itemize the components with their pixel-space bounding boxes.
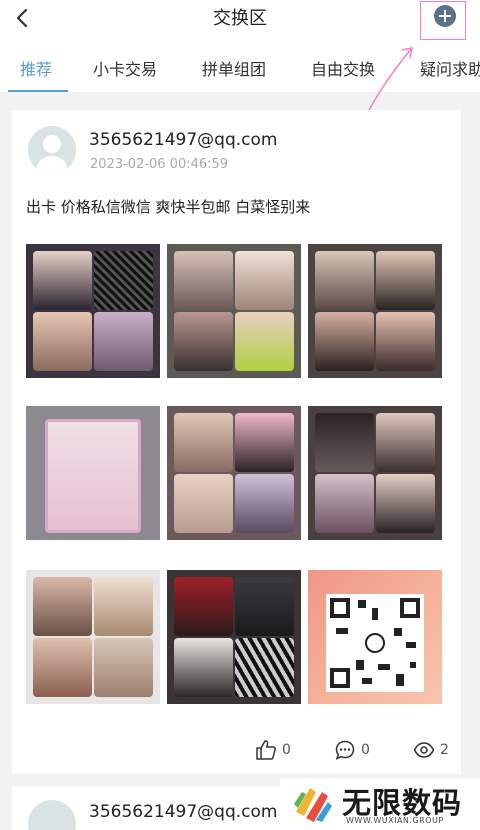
page-title: 交换区 xyxy=(213,8,267,29)
add-post-highlight xyxy=(420,1,466,40)
like-count: 0 xyxy=(282,742,291,758)
post-photo[interactable] xyxy=(308,406,442,540)
tab-group-buy[interactable]: 拼单组团 xyxy=(202,56,266,80)
top-bar: 交换区 xyxy=(0,0,480,40)
wechat-icon xyxy=(365,633,385,653)
post-photo[interactable] xyxy=(167,244,301,378)
post-photo[interactable] xyxy=(167,570,301,704)
comment-count: 0 xyxy=(361,742,370,758)
active-tab-indicator xyxy=(8,90,68,92)
post-photo[interactable] xyxy=(26,244,160,378)
view-count: 2 xyxy=(440,742,449,758)
post-text: 出卡 价格私信微信 爽快半包邮 白菜怪别来 xyxy=(26,198,311,216)
tab-recommend[interactable]: 推荐 xyxy=(20,56,52,80)
tab-card-trade[interactable]: 小卡交易 xyxy=(93,56,157,80)
avatar[interactable] xyxy=(28,800,76,830)
post-card[interactable]: 3565621497@qq.com 2023-02-06 00:46:59 出卡… xyxy=(12,110,461,774)
post-username[interactable]: 3565621497@qq.com xyxy=(89,130,277,150)
post-photo[interactable] xyxy=(167,406,301,540)
comment-icon xyxy=(335,740,355,760)
thumbs-up-icon xyxy=(256,740,276,760)
qr-code-image[interactable] xyxy=(308,570,442,704)
post-username[interactable]: 3565621497@qq.com xyxy=(89,802,277,822)
watermark: 无限数码 WWW.WUXIAN.GROUP xyxy=(280,778,480,830)
avatar[interactable] xyxy=(28,126,76,174)
add-post-button[interactable] xyxy=(434,5,456,27)
watermark-logo-icon xyxy=(294,788,332,822)
post-photo[interactable] xyxy=(308,244,442,378)
post-timestamp: 2023-02-06 00:46:59 xyxy=(90,157,229,172)
qr-code-icon xyxy=(326,594,424,692)
watermark-subtitle: WWW.WUXIAN.GROUP xyxy=(346,816,444,825)
eye-icon xyxy=(413,742,435,758)
post-photo[interactable] xyxy=(26,570,160,704)
post-photo[interactable] xyxy=(26,406,160,540)
